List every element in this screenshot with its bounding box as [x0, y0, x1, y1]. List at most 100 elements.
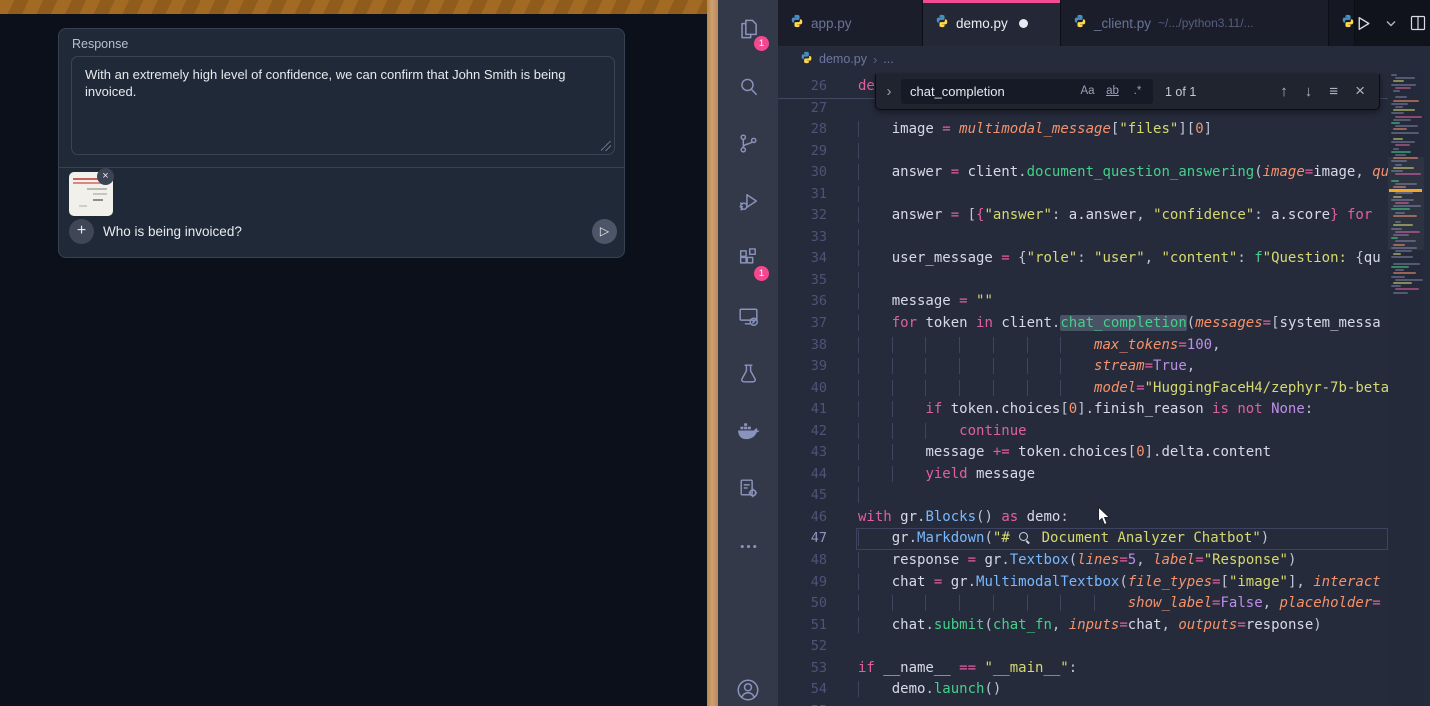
line-number: 39: [778, 356, 827, 378]
activity-docker-icon[interactable]: [718, 403, 778, 461]
close-icon: ×: [102, 170, 108, 182]
minimap-line: [1391, 74, 1397, 76]
code-line[interactable]: 50 show_label=False, placeholder=: [778, 593, 1388, 615]
code-line[interactable]: 35: [778, 270, 1388, 292]
send-button[interactable]: ▷: [592, 219, 617, 244]
add-file-button[interactable]: +: [69, 219, 94, 244]
tab-description: ~/.../python3.11/...: [1158, 16, 1254, 30]
minimap-line: [1393, 138, 1403, 140]
run-dropdown-chevron-icon[interactable]: [1386, 20, 1396, 27]
line-number: 55: [778, 701, 827, 706]
python-icon: [935, 14, 949, 33]
minimap-line: [1391, 122, 1400, 124]
code-line[interactable]: 41 if token.choices[0].finish_reason is …: [778, 399, 1388, 421]
activity-snippets-icon[interactable]: [718, 460, 778, 518]
code-editor[interactable]: 26def chat_fn(multimodal_message):2728 i…: [778, 72, 1430, 706]
code-line[interactable]: 52: [778, 636, 1388, 658]
code-line[interactable]: 44 yield message: [778, 464, 1388, 486]
run-button[interactable]: [1355, 15, 1372, 32]
tab-demo.py[interactable]: demo.py: [923, 0, 1061, 46]
line-number: 49: [778, 572, 827, 594]
activity-extensions-icon[interactable]: 1: [718, 230, 778, 288]
tab-label: demo.py: [956, 16, 1008, 31]
tab-app.py[interactable]: app.py: [778, 0, 923, 46]
code-line[interactable]: 31: [778, 184, 1388, 206]
badge: 1: [754, 266, 769, 281]
tab-_client.py[interactable]: _client.py~/.../python3.11/...: [1061, 0, 1329, 46]
code-line[interactable]: 32 answer = [{"answer": a.answer, "confi…: [778, 205, 1388, 227]
activity-search-icon[interactable]: [718, 58, 778, 116]
find-expand-toggle[interactable]: ›: [881, 83, 897, 100]
python-icon: [1341, 14, 1355, 33]
find-previous-icon[interactable]: ↑: [1280, 83, 1288, 100]
minimap-line: [1395, 116, 1422, 118]
resize-handle-icon[interactable]: [601, 141, 611, 151]
activity-explorer-icon[interactable]: 1: [718, 0, 778, 58]
browser-topbar: [0, 0, 707, 14]
thumb-line: [79, 205, 87, 207]
code-rows: 26def chat_fn(multimodal_message):2728 i…: [778, 76, 1388, 706]
line-number: 52: [778, 636, 827, 658]
code-line[interactable]: 29: [778, 141, 1388, 163]
whole-word-toggle[interactable]: ab: [1103, 82, 1122, 101]
code-line[interactable]: 49 chat = gr.MultimodalTextbox(file_type…: [778, 572, 1388, 594]
code-line[interactable]: 53if __name__ == "__main__":: [778, 658, 1388, 680]
code-line[interactable]: 42 continue: [778, 421, 1388, 443]
code-line[interactable]: 38 max_tokens=100,: [778, 335, 1388, 357]
code-line[interactable]: 46with gr.Blocks() as demo:: [778, 507, 1388, 529]
attachment-close-button[interactable]: ×: [97, 168, 114, 185]
activity-account-icon[interactable]: [718, 662, 778, 706]
minimap-line: [1391, 276, 1405, 278]
code-line[interactable]: 37 for token in client.chat_completion(m…: [778, 313, 1388, 335]
breadcrumb-file[interactable]: demo.py: [819, 52, 867, 66]
activity-remote-explorer-icon[interactable]: [718, 288, 778, 346]
activity-bar: 11: [718, 0, 778, 706]
code-text: chat = gr.MultimodalTextbox(file_types=[…: [858, 572, 1381, 594]
code-line[interactable]: 55: [778, 701, 1388, 706]
code-line[interactable]: 51 chat.submit(chat_fn, inputs=chat, out…: [778, 615, 1388, 637]
activity-testing-icon[interactable]: [718, 345, 778, 403]
line-number: 28: [778, 119, 827, 141]
line-number: 51: [778, 615, 827, 637]
code-text: answer = client.document_question_answer…: [858, 162, 1389, 184]
minimap-line: [1393, 90, 1400, 92]
find-close-icon[interactable]: ×: [1355, 83, 1365, 100]
find-in-selection-icon[interactable]: ≡: [1329, 83, 1338, 100]
find-query: chat_completion: [910, 84, 1078, 99]
code-line[interactable]: 40 model="HuggingFaceH4/zephyr-7b-beta: [778, 378, 1388, 400]
code-line[interactable]: 30 answer = client.document_question_ans…: [778, 162, 1388, 184]
minimap-line: [1393, 292, 1408, 294]
line-number: 41: [778, 399, 827, 421]
split-editor-icon[interactable]: [1410, 15, 1426, 31]
code-text: stream=True,: [858, 356, 1195, 378]
activity-run-debug-icon[interactable]: [718, 173, 778, 231]
find-next-icon[interactable]: ↓: [1305, 83, 1313, 100]
line-number: 27: [778, 98, 827, 120]
code-line[interactable]: 43 message += token.choices[0].delta.con…: [778, 442, 1388, 464]
breadcrumb-ellipsis[interactable]: ...: [883, 52, 893, 66]
regex-toggle[interactable]: .*: [1128, 82, 1147, 101]
activity-source-control-icon[interactable]: [718, 115, 778, 173]
code-line[interactable]: 48 response = gr.Textbox(lines=5, label=…: [778, 550, 1388, 572]
vscode-main: app.py demo.py _client.py~/.../python3.1…: [778, 0, 1430, 706]
activity-more-icon[interactable]: [718, 518, 778, 576]
minimap-viewport[interactable]: [1388, 157, 1424, 250]
tab-partial[interactable]: [1329, 0, 1355, 46]
code-line[interactable]: 45: [778, 485, 1388, 507]
code-line[interactable]: 33: [778, 227, 1388, 249]
code-text: with gr.Blocks() as demo:: [858, 507, 1069, 529]
code-line[interactable]: 54 demo.launch(): [778, 679, 1388, 701]
line-number: 37: [778, 313, 827, 335]
find-input[interactable]: chat_completion Aa ab .*: [901, 79, 1153, 104]
tab-label: app.py: [811, 16, 852, 31]
code-line[interactable]: 34 user_message = {"role": "user", "cont…: [778, 248, 1388, 270]
code-line[interactable]: 36 message = "": [778, 291, 1388, 313]
minimap-line: [1393, 128, 1407, 130]
send-icon: ▷: [600, 224, 609, 238]
response-textarea[interactable]: With an extremely high level of confiden…: [71, 56, 615, 155]
chat-input[interactable]: Who is being invoiced?: [103, 224, 242, 239]
match-case-toggle[interactable]: Aa: [1078, 82, 1097, 101]
minimap[interactable]: [1388, 72, 1424, 706]
code-line[interactable]: 39 stream=True,: [778, 356, 1388, 378]
code-line[interactable]: 28 image = multimodal_message["files"][0…: [778, 119, 1388, 141]
